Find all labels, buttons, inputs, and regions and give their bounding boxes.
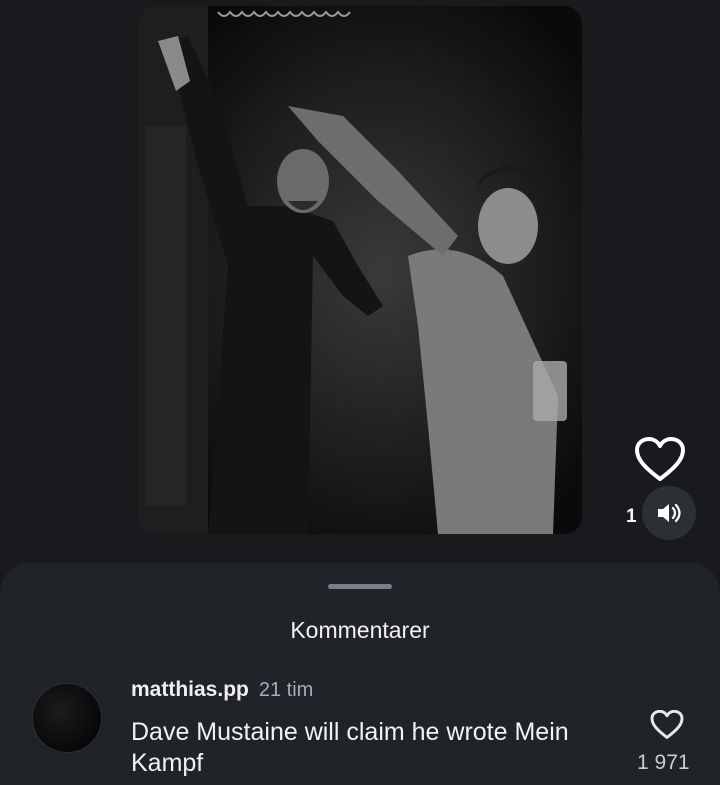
heart-outline-icon [650,710,684,739]
reel-screen: 1 Kommentarer matthias.pp 21 tim Dave Mu… [0,0,720,785]
like-button[interactable] [632,434,688,486]
comment-text: Dave Mustaine will claim he wrote Mein K… [131,718,569,777]
post-photo-art [138,6,582,534]
comments-sheet: Kommentarer matthias.pp 21 tim Dave Must… [0,563,720,785]
comment-like-count: 1 971 [637,751,690,774]
comment-timestamp: 21 tim [258,679,314,701]
heart-outline-icon [635,437,685,481]
comment-item: matthias.pp 21 tim Dave Mustaine will cl… [0,675,720,785]
sheet-drag-handle[interactable] [328,584,392,589]
comment-like-button[interactable] [648,708,686,742]
post-photo[interactable] [138,6,582,534]
comment-header: matthias.pp 21 tim [131,678,313,702]
comments-title: Kommentarer [290,617,430,643]
speaker-icon [658,503,681,523]
comment-username[interactable]: matthias.pp [131,678,249,702]
avatar[interactable] [32,683,102,753]
sound-toggle-button[interactable] [642,486,696,540]
like-count: 1 [626,506,637,527]
